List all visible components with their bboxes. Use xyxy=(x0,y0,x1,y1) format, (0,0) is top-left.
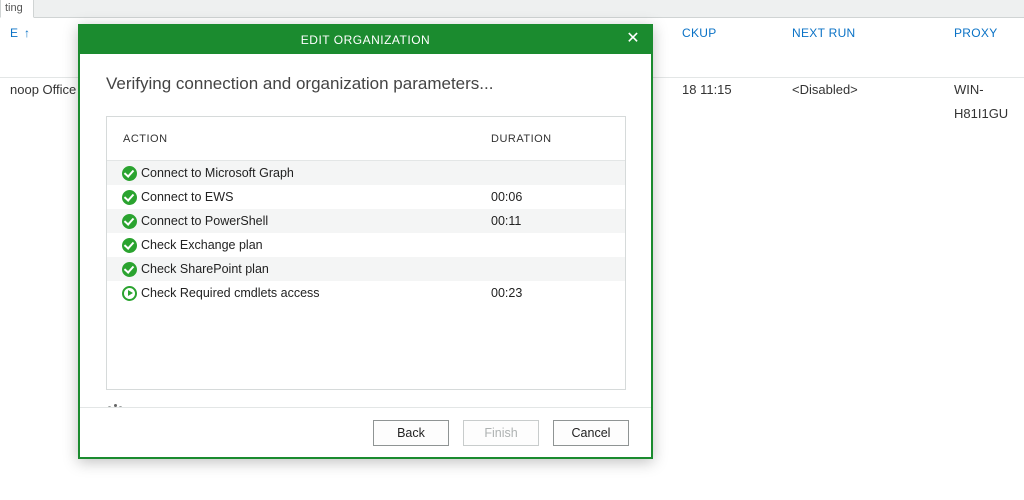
column-header-proxy[interactable]: PROXY xyxy=(944,18,1008,77)
action-table: ACTION DURATION Connect to Microsoft Gra… xyxy=(106,116,626,390)
success-icon xyxy=(122,214,137,229)
action-row: Check Required cmdlets access00:23 xyxy=(107,281,625,305)
column-header-next-run[interactable]: NEXT RUN xyxy=(782,18,866,77)
action-label: Connect to PowerShell xyxy=(139,214,485,228)
cell-proxy: WIN-H81I1GU xyxy=(944,78,1024,102)
action-row: Connect to EWS00:06 xyxy=(107,185,625,209)
action-label: Check Required cmdlets access xyxy=(139,286,485,300)
dialog-title: EDIT ORGANIZATION xyxy=(80,26,651,54)
back-button[interactable]: Back xyxy=(373,420,449,446)
column-header-something-e[interactable]: E ↑ xyxy=(0,18,80,77)
column-header-backup[interactable]: CKUP xyxy=(672,18,727,77)
action-duration: 00:06 xyxy=(485,190,625,204)
success-icon xyxy=(122,190,137,205)
action-label: Check SharePoint plan xyxy=(139,262,485,276)
action-label: Connect to Microsoft Graph xyxy=(139,166,485,180)
cancel-button[interactable]: Cancel xyxy=(553,420,629,446)
success-icon xyxy=(122,238,137,253)
sort-asc-icon: ↑ xyxy=(20,26,30,40)
action-row: Connect to PowerShell00:11 xyxy=(107,209,625,233)
action-row: Connect to Microsoft Graph xyxy=(107,161,625,185)
dialog-footer: Back Finish Cancel xyxy=(80,407,651,457)
action-row: Check SharePoint plan xyxy=(107,257,625,281)
action-label: Connect to EWS xyxy=(139,190,485,204)
dialog-heading: Verifying connection and organization pa… xyxy=(106,74,625,94)
action-duration: 00:11 xyxy=(485,214,625,228)
close-icon[interactable]: ✕ xyxy=(615,26,651,54)
success-icon xyxy=(122,262,137,277)
running-icon xyxy=(122,286,137,301)
ribbon-tab-fragment: ting xyxy=(0,0,34,18)
column-header-action: ACTION xyxy=(107,133,485,145)
action-duration: 00:23 xyxy=(485,286,625,300)
cell-backup: 18 11:15 xyxy=(672,78,742,102)
success-icon xyxy=(122,166,137,181)
action-label: Check Exchange plan xyxy=(139,238,485,252)
finish-button: Finish xyxy=(463,420,539,446)
column-header-duration: DURATION xyxy=(485,133,625,145)
edit-organization-dialog: EDIT ORGANIZATION ✕ Verifying connection… xyxy=(78,24,653,459)
action-row: Check Exchange plan xyxy=(107,233,625,257)
cell-next-run: <Disabled> xyxy=(782,78,868,102)
dialog-titlebar: EDIT ORGANIZATION ✕ xyxy=(80,26,651,54)
